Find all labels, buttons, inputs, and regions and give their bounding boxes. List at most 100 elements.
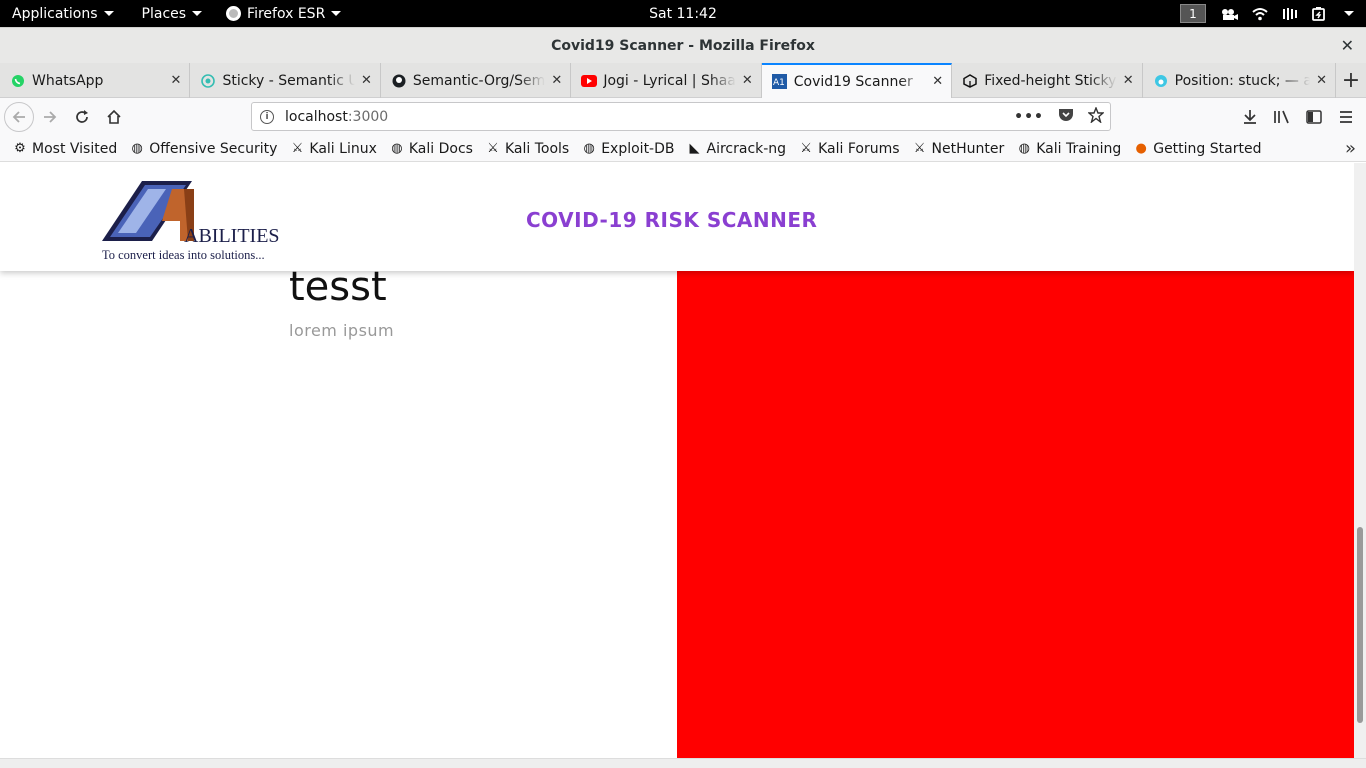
bookmarks-toolbar: ⚙ Most Visited ◍ Offensive Security ⚔ Kali … <box>0 136 1366 162</box>
tab-close-icon[interactable]: ✕ <box>932 74 943 89</box>
home-icon <box>107 109 121 124</box>
kali-dragon-icon: ⚔ <box>487 141 499 156</box>
globe-icon: ◍ <box>391 141 403 156</box>
bookmark-getting-started[interactable]: ● Getting Started <box>1133 140 1262 157</box>
url-text[interactable]: localhost:3000 <box>285 109 388 125</box>
workspace-indicator[interactable]: 1 <box>1180 4 1206 23</box>
semantic-ui-icon <box>200 73 216 89</box>
tab-close-icon[interactable]: ✕ <box>1123 73 1134 88</box>
forward-arrow-icon <box>44 111 57 123</box>
tab-title: Covid19 Scanner <box>793 73 913 90</box>
system-menu-caret-icon[interactable] <box>1344 11 1354 16</box>
tab-close-icon[interactable]: ✕ <box>551 73 562 88</box>
hamburger-icon <box>1340 111 1352 123</box>
bookmark-kali-linux[interactable]: ⚔ Kali Linux <box>289 140 377 157</box>
system-top-bar: Applications Places Firefox ESR Sat 11:4… <box>0 0 1366 27</box>
bookmark-label: Getting Started <box>1153 140 1262 157</box>
page-scrollbar[interactable] <box>1354 163 1366 758</box>
whatsapp-icon <box>10 73 26 89</box>
bookmark-label: Exploit-DB <box>601 140 675 157</box>
downloads-button[interactable] <box>1234 101 1266 133</box>
tab-covid19-scanner[interactable]: A1 Covid19 Scanner ✕ <box>761 63 953 98</box>
aircrack-icon: ◣ <box>689 141 700 156</box>
pocket-icon[interactable] <box>1058 108 1074 127</box>
tab-title: Sticky - Semantic UI <box>222 72 355 89</box>
page-actions-icon[interactable]: ••• <box>1014 109 1044 125</box>
bookmark-star-icon[interactable] <box>1087 106 1105 127</box>
library-icon <box>1274 110 1289 124</box>
url-bar[interactable]: i localhost:3000 ••• <box>251 102 1111 131</box>
bookmark-label: Kali Tools <box>504 140 570 157</box>
tab-title: Semantic-Org/Semantic <box>412 72 546 89</box>
library-button[interactable] <box>1266 101 1298 133</box>
bookmarks-overflow-icon[interactable]: » <box>1345 138 1356 159</box>
video-icon[interactable] <box>1220 7 1238 21</box>
globe-icon: ◍ <box>131 141 143 156</box>
window-title-bar: Covid19 Scanner - Mozilla Firefox ✕ <box>0 27 1366 63</box>
firefox-icon: ● <box>1135 141 1147 156</box>
bookmark-kali-forums[interactable]: ⚔ Kali Forums <box>798 141 899 157</box>
github-icon <box>391 73 407 89</box>
tab-fixed-height-sticky[interactable]: Fixed-height Sticky ✕ <box>952 63 1143 98</box>
page-viewport: tesst lorem ipsum ABILITIES To convert i… <box>0 163 1354 758</box>
bookmark-kali-docs[interactable]: ◍ Kali Docs <box>389 141 473 157</box>
reload-button[interactable] <box>66 101 98 133</box>
tab-close-icon[interactable]: ✕ <box>171 73 182 88</box>
bookmark-kali-training[interactable]: ◍ Kali Training <box>1016 141 1122 157</box>
tab-whatsapp[interactable]: WhatsApp ✕ <box>0 63 191 98</box>
bookmark-label: Most Visited <box>32 140 118 157</box>
kali-dragon-icon: ⚔ <box>291 141 304 156</box>
back-button[interactable] <box>4 102 34 132</box>
places-label: Places <box>141 5 187 22</box>
kali-dragon-icon: ⚔ <box>913 141 926 156</box>
abilities-logo[interactable]: ABILITIES To convert ideas into solution… <box>100 179 305 265</box>
globe-icon: ◍ <box>583 141 595 156</box>
abilities-logo-mark: ABILITIES To convert ideas into solution… <box>102 181 280 262</box>
bookmark-label: Kali Forums <box>818 140 900 157</box>
url-port: :3000 <box>347 108 389 125</box>
window-close-button[interactable]: ✕ <box>1341 36 1354 55</box>
bookmark-nethunter[interactable]: ⚔ NetHunter <box>912 141 1005 157</box>
tab-close-icon[interactable]: ✕ <box>361 73 372 88</box>
scrollbar-thumb[interactable] <box>1357 527 1363 723</box>
tab-position-stuck[interactable]: Position: stuck; — a ✕ <box>1143 63 1337 98</box>
tab-title: Position: stuck; — a <box>1174 72 1311 89</box>
bookmark-kali-tools[interactable]: ⚔ Kali Tools <box>485 141 569 157</box>
firefox-app-icon <box>226 6 242 21</box>
sidebar-button[interactable] <box>1298 101 1330 133</box>
home-button[interactable] <box>98 101 130 133</box>
firefox-caret-icon <box>331 11 342 16</box>
places-caret-icon <box>192 11 203 16</box>
bookmark-label: Kali Linux <box>309 140 377 157</box>
applications-menu[interactable]: Applications <box>0 0 126 27</box>
site-info-icon[interactable]: i <box>260 109 274 124</box>
applications-label: Applications <box>12 5 98 22</box>
bookmark-label: NetHunter <box>931 140 1005 157</box>
site-header: ABILITIES To convert ideas into solution… <box>0 163 1354 271</box>
bookmark-exploit-db[interactable]: ◍ Exploit-DB <box>581 140 675 157</box>
places-menu[interactable]: Places <box>126 0 215 27</box>
bookmark-aircrack-ng[interactable]: ◣ Aircrack-ng <box>687 141 787 157</box>
tab-close-icon[interactable]: ✕ <box>1316 73 1327 88</box>
window-bottom-edge <box>0 758 1366 768</box>
a1-icon: A1 <box>772 74 788 90</box>
tab-youtube[interactable]: Jogi - Lyrical | Shaadi ✕ <box>571 63 762 98</box>
battery-icon[interactable] <box>1312 6 1330 21</box>
logo-tagline: To convert ideas into solutions... <box>102 248 265 262</box>
bookmark-offensive-security[interactable]: ◍ Offensive Security <box>129 140 278 157</box>
new-tab-button[interactable]: + <box>1336 63 1366 98</box>
globe-icon: ◍ <box>1018 141 1030 156</box>
bookmark-most-visited[interactable]: ⚙ Most Visited <box>12 141 117 157</box>
clock-label[interactable]: Sat 11:42 <box>649 6 717 22</box>
bookmark-label: Offensive Security <box>149 140 278 157</box>
tab-close-icon[interactable]: ✕ <box>742 73 753 88</box>
brand-title: COVID-19 RISK SCANNER <box>526 208 818 232</box>
tab-sticky-semantic[interactable]: Sticky - Semantic UI ✕ <box>190 63 381 98</box>
tab-strip: WhatsApp ✕ Sticky - Semantic UI ✕ Semant… <box>0 63 1366 98</box>
volume-icon[interactable] <box>1282 7 1298 21</box>
menu-button[interactable] <box>1330 101 1362 133</box>
forward-button[interactable] <box>34 101 66 133</box>
firefox-app-menu[interactable]: Firefox ESR <box>214 0 353 27</box>
tab-github[interactable]: Semantic-Org/Semantic ✕ <box>381 63 572 98</box>
wifi-icon[interactable] <box>1252 7 1268 21</box>
